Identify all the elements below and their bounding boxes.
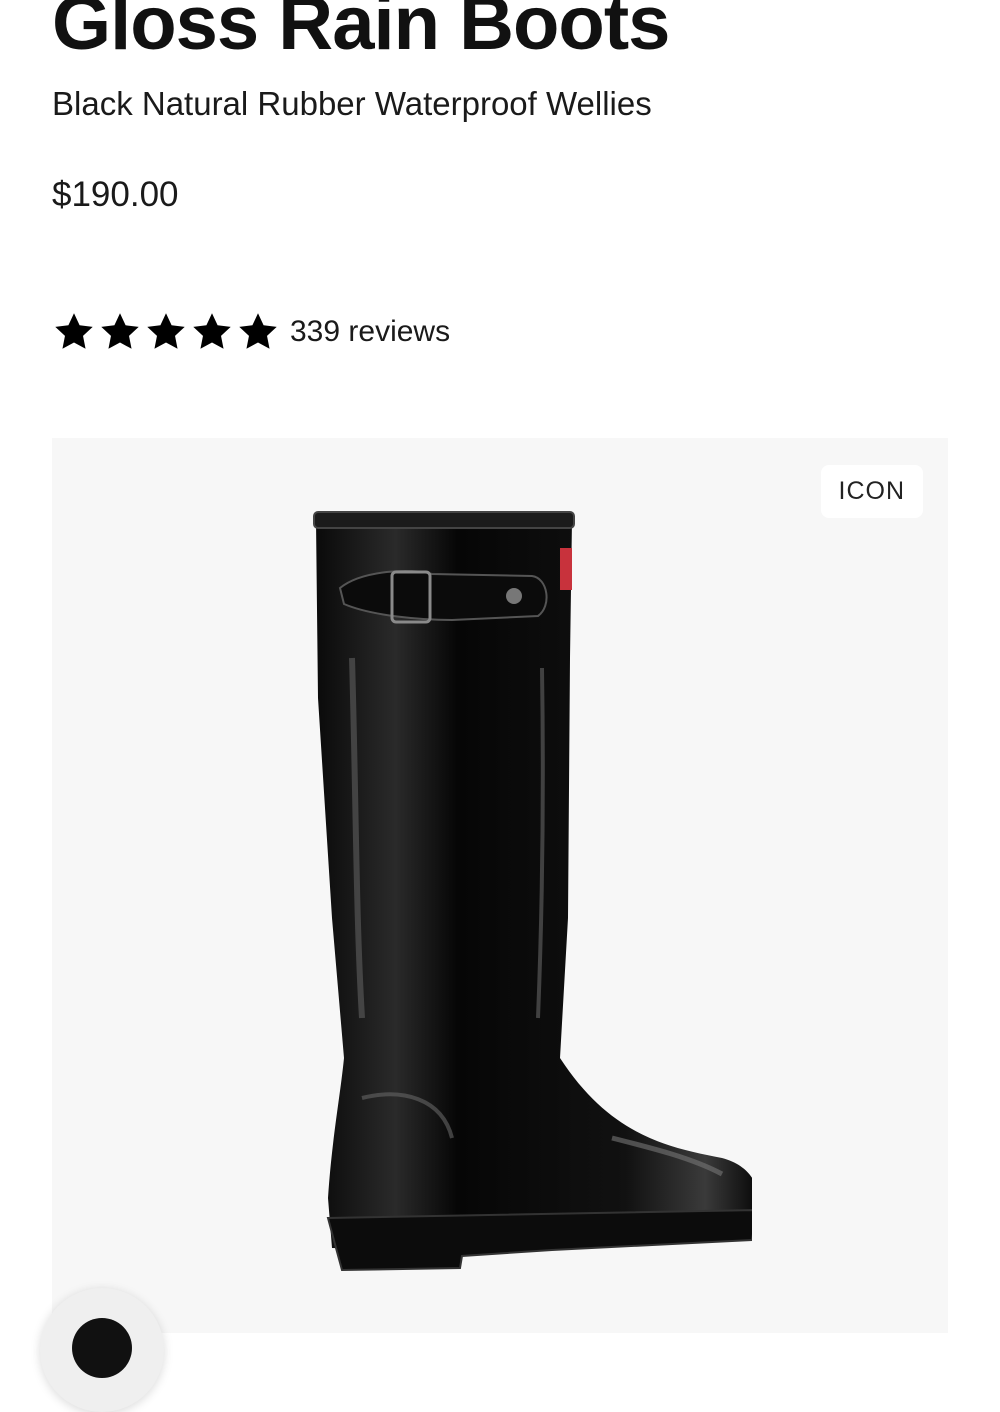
product-rating[interactable]: 339 reviews xyxy=(52,306,450,358)
star-icon xyxy=(236,310,280,354)
review-count-link[interactable]: 339 reviews xyxy=(290,312,450,352)
product-title: Gloss Rain Boots xyxy=(52,0,670,66)
rain-boot-image[interactable] xyxy=(252,498,752,1278)
chat-icon xyxy=(72,1318,132,1378)
product-subtitle: Black Natural Rubber Waterproof Wellies xyxy=(52,85,652,122)
chat-button[interactable] xyxy=(40,1288,164,1412)
icon-badge: ICON xyxy=(820,465,923,518)
star-icon xyxy=(190,310,234,354)
rating-stars xyxy=(52,310,282,354)
star-icon xyxy=(144,310,188,354)
star-icon xyxy=(52,310,96,354)
product-price: $190.00 xyxy=(52,175,179,214)
star-icon xyxy=(98,310,142,354)
product-image-gallery[interactable]: ICON xyxy=(52,438,948,1333)
